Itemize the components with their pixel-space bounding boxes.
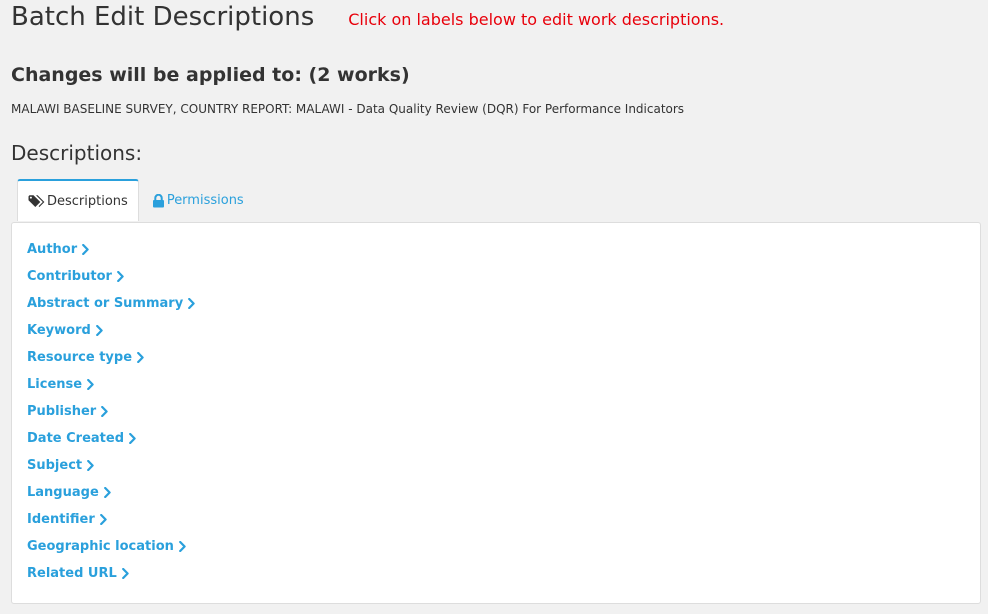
lock-icon — [152, 193, 165, 208]
changes-heading: Changes will be applied to: (2 works) — [11, 64, 410, 86]
field-label: Geographic location — [27, 539, 174, 554]
field-label: Author — [27, 242, 78, 257]
field-related-url[interactable]: Related URL — [27, 560, 195, 587]
edit-instruction: Click on labels below to edit work descr… — [348, 10, 725, 29]
field-date-created[interactable]: Date Created — [27, 425, 195, 452]
chevron-right-icon — [178, 541, 186, 552]
descriptions-heading: Descriptions: — [11, 141, 143, 165]
selected-works-list: MALAWI BASELINE SURVEY, COUNTRY REPORT: … — [11, 102, 685, 116]
field-geographic-location[interactable]: Geographic location — [27, 533, 195, 560]
field-label: Contributor — [27, 269, 112, 284]
chevron-right-icon — [82, 244, 89, 255]
batch-edit-page: Batch Edit Descriptions Click on labels … — [0, 0, 988, 614]
field-label: Identifier — [27, 512, 95, 527]
tab-permissions[interactable]: Permissions — [139, 179, 254, 222]
edit-tabs: Descriptions Permissions — [17, 179, 254, 222]
field-language[interactable]: Language — [27, 479, 195, 506]
descriptions-panel: Author Contributor Abstract or Summary Keyw… — [11, 222, 981, 604]
tab-descriptions-label: Descriptions — [47, 193, 128, 209]
chevron-right-icon — [188, 298, 195, 309]
chevron-right-icon — [137, 352, 144, 363]
tags-icon — [28, 194, 45, 208]
chevron-right-icon — [99, 514, 107, 525]
description-field-list: Author Contributor Abstract or Summary Keyw… — [27, 236, 195, 587]
field-subject[interactable]: Subject — [27, 452, 195, 479]
page-header: Batch Edit Descriptions Click on labels … — [11, 2, 724, 32]
chevron-right-icon — [129, 433, 136, 444]
chevron-right-icon — [103, 487, 111, 498]
chevron-right-icon — [87, 379, 94, 390]
field-abstract-or-summary[interactable]: Abstract or Summary — [27, 290, 195, 317]
field-keyword[interactable]: Keyword — [27, 317, 195, 344]
field-author[interactable]: Author — [27, 236, 195, 263]
chevron-right-icon — [101, 406, 108, 417]
tab-permissions-label: Permissions — [166, 193, 244, 208]
field-label: Subject — [27, 458, 83, 473]
field-label: Date Created — [27, 431, 124, 446]
chevron-right-icon — [95, 325, 103, 336]
chevron-right-icon — [117, 271, 124, 282]
field-label: License — [27, 377, 83, 392]
field-contributor[interactable]: Contributor — [27, 263, 195, 290]
field-publisher[interactable]: Publisher — [27, 398, 195, 425]
field-label: Publisher — [27, 404, 97, 419]
field-license[interactable]: License — [27, 371, 195, 398]
chevron-right-icon — [121, 568, 129, 579]
field-label: Keyword — [27, 323, 91, 338]
field-resource-type[interactable]: Resource type — [27, 344, 195, 371]
field-identifier[interactable]: Identifier — [27, 506, 195, 533]
tab-descriptions[interactable]: Descriptions — [17, 179, 139, 221]
field-label: Language — [27, 485, 99, 500]
chevron-right-icon — [87, 460, 94, 471]
field-label: Abstract or Summary — [27, 296, 184, 311]
field-label: Resource type — [27, 350, 133, 365]
page-title: Batch Edit Descriptions — [11, 2, 315, 32]
field-label: Related URL — [27, 566, 117, 581]
